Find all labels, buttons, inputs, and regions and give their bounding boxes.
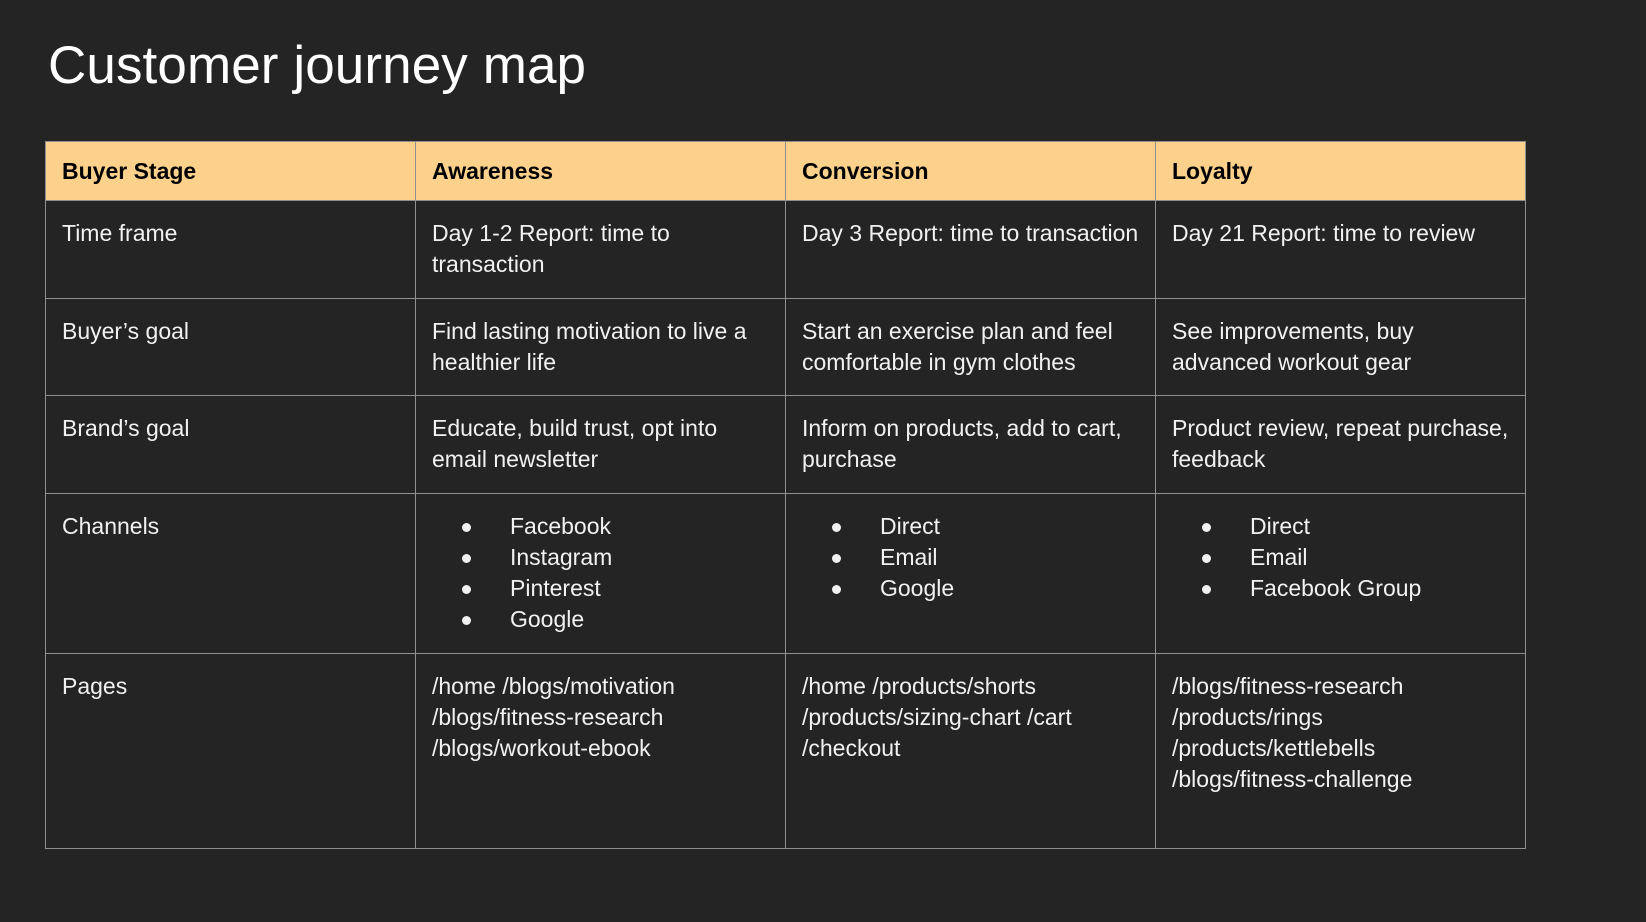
cell-time-frame-loyalty: Day 21 Report: time to review (1155, 200, 1526, 299)
cell-brands-goal-awareness: Educate, build trust, opt into email new… (415, 395, 786, 494)
row-label-buyers-goal: Buyer’s goal (45, 297, 416, 397)
cell-pages-loyalty: /blogs/fitness-research /products/rings … (1155, 652, 1526, 849)
list-item-label: Facebook (510, 512, 612, 539)
list-item: Facebook (462, 511, 771, 542)
list-item: Google (832, 573, 1141, 604)
cell-time-frame-conversion: Day 3 Report: time to transaction (785, 200, 1156, 299)
list-item-label: Facebook Group (1250, 575, 1422, 602)
column-header-awareness: Awareness (415, 141, 786, 201)
cell-time-frame-awareness: Day 1-2 Report: time to transaction (415, 200, 786, 299)
column-header-loyalty: Loyalty (1155, 141, 1526, 201)
list-item: Google (462, 604, 771, 635)
list-item-label: Direct (1250, 512, 1311, 539)
bullet-icon (462, 522, 471, 532)
list-item: Direct (1202, 511, 1511, 542)
list-item: Direct (832, 511, 1141, 542)
bullet-icon (1202, 585, 1211, 595)
table-header-row: Buyer Stage Awareness Conversion Loyalty (45, 141, 1526, 201)
list-item-label: Direct (880, 512, 941, 539)
table-row: Brand’s goal Educate, build trust, opt i… (45, 395, 1526, 494)
list-item-label: Email (880, 543, 938, 570)
list-item: Instagram (462, 542, 771, 573)
channel-list-loyalty: Direct Email Facebook Group (1172, 511, 1511, 605)
channel-list-conversion: Direct Email Google (802, 511, 1141, 605)
bullet-icon (1202, 553, 1211, 563)
table-row: Channels Facebook Instagram Pinterest Googl… (45, 492, 1526, 654)
row-label-channels: Channels (45, 492, 416, 654)
list-item: Pinterest (462, 573, 771, 604)
cell-channels-loyalty: Direct Email Facebook Group (1155, 492, 1526, 654)
list-item-label: Google (510, 606, 585, 633)
list-item-label: Instagram (510, 543, 613, 570)
list-item: Email (1202, 542, 1511, 573)
bullet-icon (832, 522, 841, 532)
cell-pages-awareness: /home /blogs/motivation /blogs/fitness-r… (415, 652, 786, 849)
bullet-icon (462, 553, 471, 563)
cell-brands-goal-loyalty: Product review, repeat purchase, feedbac… (1155, 395, 1526, 494)
column-header-buyer-stage: Buyer Stage (45, 141, 416, 201)
bullet-icon (462, 616, 471, 626)
bullet-icon (832, 553, 841, 563)
cell-buyers-goal-loyalty: See improvements, buy advanced workout g… (1155, 297, 1526, 397)
channel-list-awareness: Facebook Instagram Pinterest Google (432, 511, 771, 636)
slide-canvas: Customer journey map Buyer Stage Awarene… (0, 0, 1646, 922)
cell-channels-awareness: Facebook Instagram Pinterest Google (415, 492, 786, 654)
cell-buyers-goal-conversion: Start an exercise plan and feel comforta… (785, 297, 1156, 397)
cell-brands-goal-conversion: Inform on products, add to cart, purchas… (785, 395, 1156, 494)
bullet-icon (832, 585, 841, 595)
page-title: Customer journey map (48, 36, 587, 95)
row-label-brands-goal: Brand’s goal (45, 395, 416, 494)
list-item-label: Google (880, 575, 955, 602)
row-label-time-frame: Time frame (45, 200, 416, 299)
table-row: Buyer’s goal Find lasting motivation to … (45, 297, 1526, 397)
list-item: Email (832, 542, 1141, 573)
table-row: Time frame Day 1-2 Report: time to trans… (45, 200, 1526, 299)
cell-buyers-goal-awareness: Find lasting motivation to live a health… (415, 297, 786, 397)
column-header-conversion: Conversion (785, 141, 1156, 201)
bullet-icon (1202, 522, 1211, 532)
list-item: Facebook Group (1202, 573, 1511, 604)
list-item-label: Email (1250, 543, 1308, 570)
customer-journey-table: Buyer Stage Awareness Conversion Loyalty… (45, 141, 1526, 849)
list-item-label: Pinterest (510, 575, 601, 602)
cell-channels-conversion: Direct Email Google (785, 492, 1156, 654)
bullet-icon (462, 585, 471, 595)
table-row: Pages /home /blogs/motivation /blogs/fit… (45, 652, 1526, 849)
cell-pages-conversion: /home /products/shorts /products/sizing-… (785, 652, 1156, 849)
row-label-pages: Pages (45, 652, 416, 849)
